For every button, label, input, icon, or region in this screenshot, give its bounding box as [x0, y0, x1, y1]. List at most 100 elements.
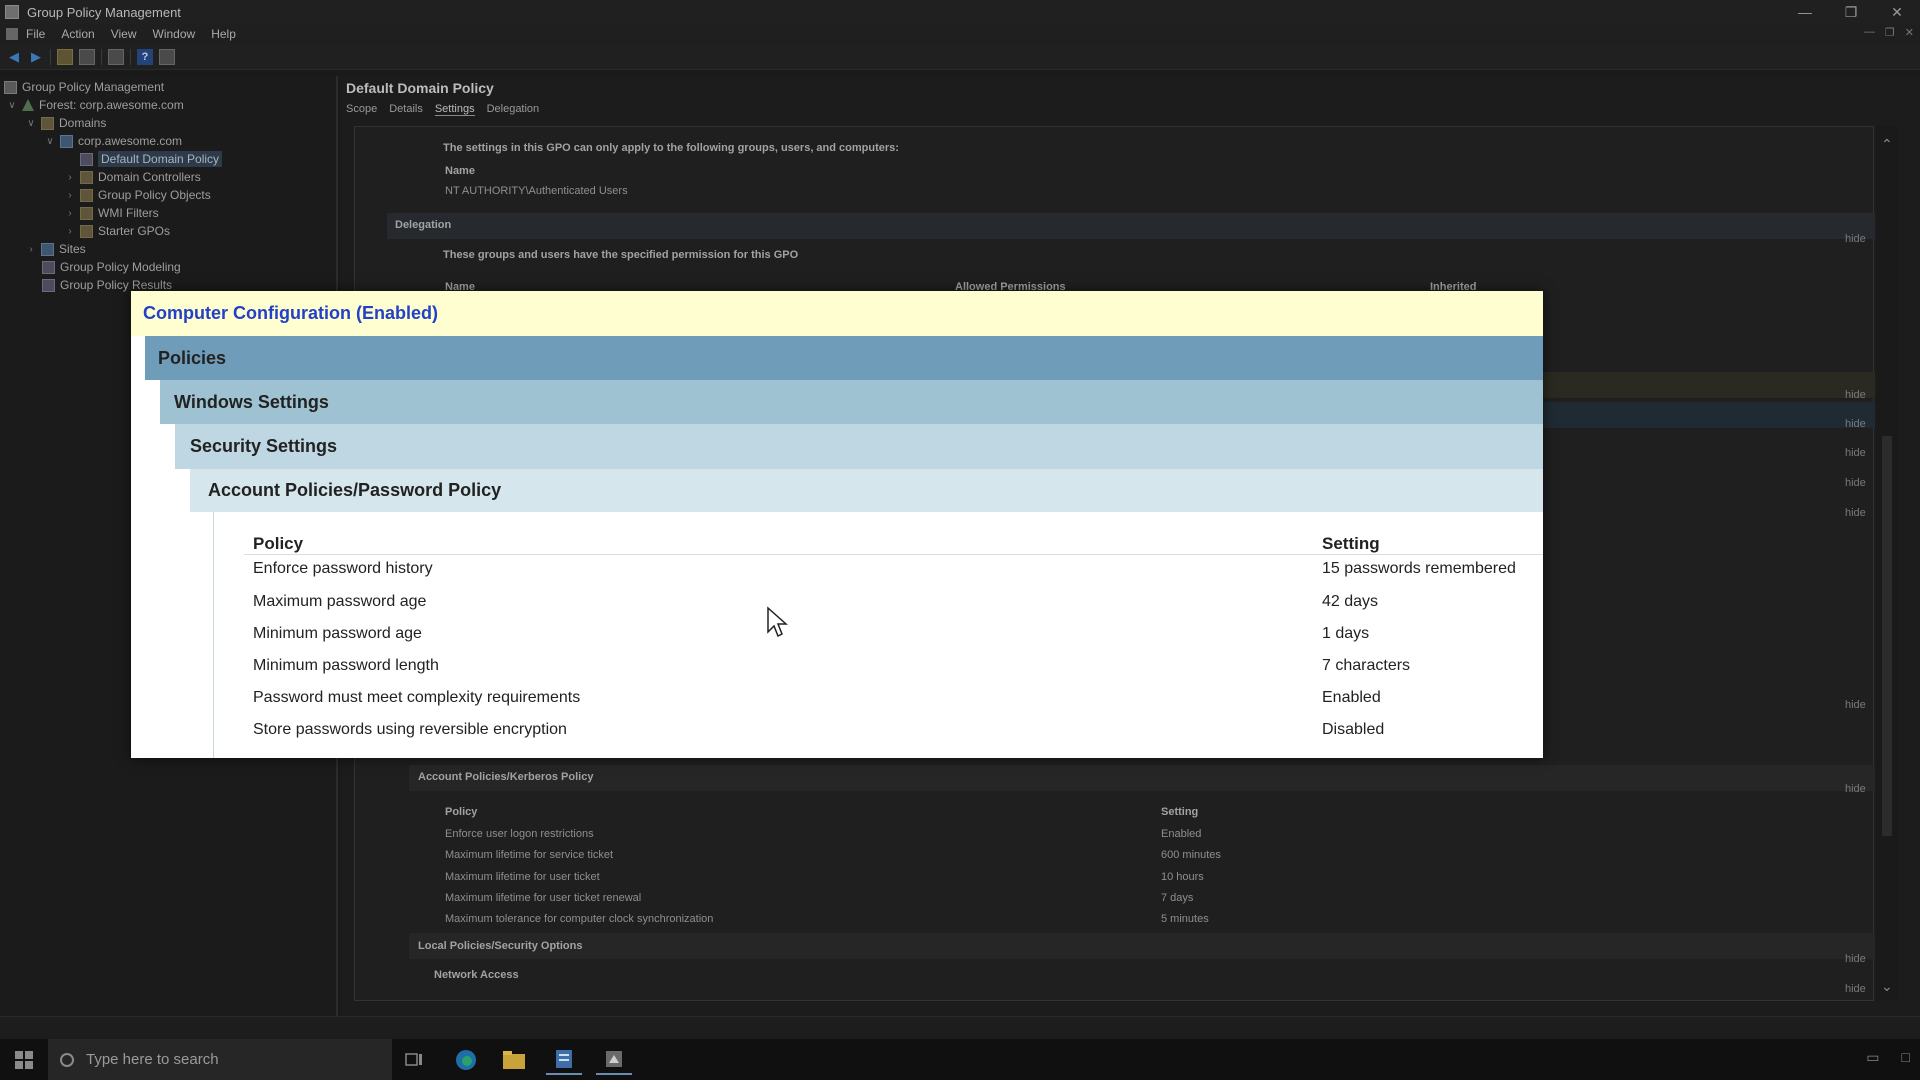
windows-settings-header[interactable]: Windows Settings — [160, 380, 1543, 424]
taskbar-search[interactable] — [48, 1039, 392, 1080]
hide-link[interactable]: hide — [1845, 507, 1866, 519]
table-row: Minimum password age 1 days — [214, 625, 1543, 655]
scroll-up-icon[interactable]: ⌃ — [1881, 136, 1893, 153]
server-manager-icon — [556, 1050, 572, 1068]
taskbar-gpmc[interactable] — [596, 1045, 632, 1075]
tree-item-wmi-filters[interactable]: › WMI Filters — [64, 204, 158, 222]
tree-item-domain-controllers[interactable]: › Domain Controllers — [64, 168, 200, 186]
search-input[interactable] — [86, 1051, 366, 1068]
help-icon[interactable]: ? — [137, 48, 153, 65]
policy-cell: Maximum password age — [253, 593, 427, 610]
setting-cell: 42 days — [1322, 593, 1379, 610]
tree-item-label: Domains — [59, 116, 107, 130]
back-arrow-icon[interactable]: ◀ — [6, 49, 22, 65]
ou-icon — [80, 170, 93, 184]
menu-file[interactable]: File — [26, 27, 45, 41]
taskbar-server-manager[interactable] — [546, 1045, 582, 1075]
results-icon — [42, 278, 55, 292]
tree-item-forest[interactable]: ∨ Forest: corp.awesome.com — [6, 96, 184, 114]
computer-config-label: Computer Configuration (Enabled) — [143, 303, 438, 323]
tree-item-domain[interactable]: ∨ corp.awesome.com — [44, 132, 182, 150]
tree-item-gpo-objects[interactable]: › Group Policy Objects — [64, 186, 210, 204]
hide-link[interactable]: hide — [1845, 233, 1866, 245]
tree-item-default-domain-policy[interactable]: Default Domain Policy — [80, 150, 223, 168]
tree-item-starter-gpos[interactable]: › Starter GPOs — [64, 222, 170, 240]
setting-cell: Enabled — [1322, 689, 1381, 706]
menu-help[interactable]: Help — [211, 27, 236, 41]
toolbar: ◀ ▶ ? — [0, 44, 1920, 70]
minimize-button[interactable]: — — [1782, 0, 1828, 24]
menu-view[interactable]: View — [111, 27, 137, 41]
folder-icon — [503, 1051, 525, 1069]
hide-link[interactable]: hide — [1845, 389, 1866, 401]
scroll-thumb[interactable] — [1882, 436, 1892, 836]
setting-cell: 15 passwords remembered — [1322, 560, 1516, 577]
group-policy-icon — [606, 1051, 622, 1067]
task-view-button[interactable] — [396, 1045, 432, 1075]
chevron-right-icon[interactable]: › — [64, 226, 76, 237]
forward-arrow-icon[interactable]: ▶ — [28, 49, 44, 65]
menu-window[interactable]: Window — [153, 27, 196, 41]
chevron-down-icon[interactable]: ∨ — [6, 100, 18, 111]
tab-settings[interactable]: Settings — [434, 103, 475, 116]
gpo-link-icon — [80, 152, 93, 166]
close-button[interactable]: ✕ — [1874, 0, 1920, 24]
mdi-close-button[interactable]: ✕ — [1905, 26, 1914, 39]
start-button[interactable] — [0, 1039, 48, 1080]
table-row: Password must meet complexity requiremen… — [214, 689, 1543, 719]
tree-item-label: Group Policy Modeling — [60, 260, 181, 274]
chevron-right-icon[interactable]: › — [64, 208, 76, 219]
tree-item-modeling[interactable]: Group Policy Modeling — [42, 258, 181, 276]
hide-link[interactable]: hide — [1845, 418, 1866, 430]
policy-cell: Enforce password history — [253, 560, 433, 577]
tab-details[interactable]: Details — [389, 103, 423, 116]
delegation-band — [387, 213, 1875, 239]
chevron-right-icon[interactable]: › — [64, 190, 76, 201]
tree-item-gpm-root[interactable]: Group Policy Management — [4, 78, 164, 96]
tree-item-domains[interactable]: ∨ Domains — [25, 114, 106, 132]
kerberos-row-policy: Maximum lifetime for user ticket renewal — [445, 892, 642, 904]
security-filter-note: The settings in this GPO can only apply … — [443, 142, 899, 154]
scroll-down-icon[interactable]: ⌄ — [1881, 978, 1893, 995]
show-hide-tree-icon[interactable] — [79, 48, 95, 65]
hide-link[interactable]: hide — [1845, 699, 1866, 711]
mdi-minimize-button[interactable]: — — [1864, 26, 1875, 39]
hide-link[interactable]: hide — [1845, 477, 1866, 489]
kerberos-policy-header: Policy — [445, 806, 478, 818]
table-row: Minimum password length 7 characters — [214, 657, 1543, 687]
mouse-pointer-icon — [767, 606, 788, 638]
tree-item-label: Forest: corp.awesome.com — [39, 98, 184, 112]
policies-header[interactable]: Policies — [145, 336, 1543, 380]
notifications-icon[interactable]: □ — [1902, 1049, 1910, 1066]
tree-item-sites[interactable]: › Sites — [25, 240, 85, 258]
mdi-restore-button[interactable]: ❐ — [1885, 26, 1895, 39]
chevron-down-icon[interactable]: ∨ — [44, 136, 56, 147]
hide-link[interactable]: hide — [1845, 983, 1866, 995]
tab-delegation[interactable]: Delegation — [487, 103, 540, 116]
tab-strip: Scope Details Settings Delegation — [346, 103, 539, 116]
taskbar-file-explorer[interactable] — [496, 1045, 532, 1075]
properties-icon[interactable] — [159, 48, 175, 65]
security-settings-header[interactable]: Security Settings — [175, 424, 1543, 469]
hide-link[interactable]: hide — [1845, 783, 1866, 795]
modeling-icon — [42, 260, 55, 274]
refresh-icon[interactable] — [108, 48, 124, 65]
hide-link[interactable]: hide — [1845, 447, 1866, 459]
chevron-right-icon[interactable]: › — [64, 172, 76, 183]
network-icon[interactable]: ▭ — [1866, 1049, 1879, 1066]
setting-cell: 7 characters — [1322, 657, 1411, 674]
taskbar-edge[interactable] — [448, 1045, 484, 1075]
menu-action[interactable]: Action — [61, 27, 94, 41]
restore-button[interactable]: ❐ — [1828, 0, 1874, 24]
computer-config-header[interactable]: Computer Configuration (Enabled) — [131, 291, 1543, 336]
up-folder-icon[interactable] — [57, 48, 73, 65]
report-scrollbar[interactable]: ⌃ ⌄ — [1876, 126, 1898, 1001]
chevron-down-icon[interactable]: ∨ — [25, 118, 37, 129]
hide-link[interactable]: hide — [1845, 953, 1866, 965]
password-policy-header[interactable]: Account Policies/Password Policy — [190, 469, 1543, 512]
chevron-right-icon[interactable]: › — [25, 244, 37, 255]
tab-scope[interactable]: Scope — [346, 103, 377, 116]
zoomed-password-policy-callout: Computer Configuration (Enabled) Policie… — [131, 291, 1543, 758]
tree-item-label: Group Policy Management — [22, 80, 165, 94]
taskbar: ▭ □ — [0, 1039, 1920, 1080]
